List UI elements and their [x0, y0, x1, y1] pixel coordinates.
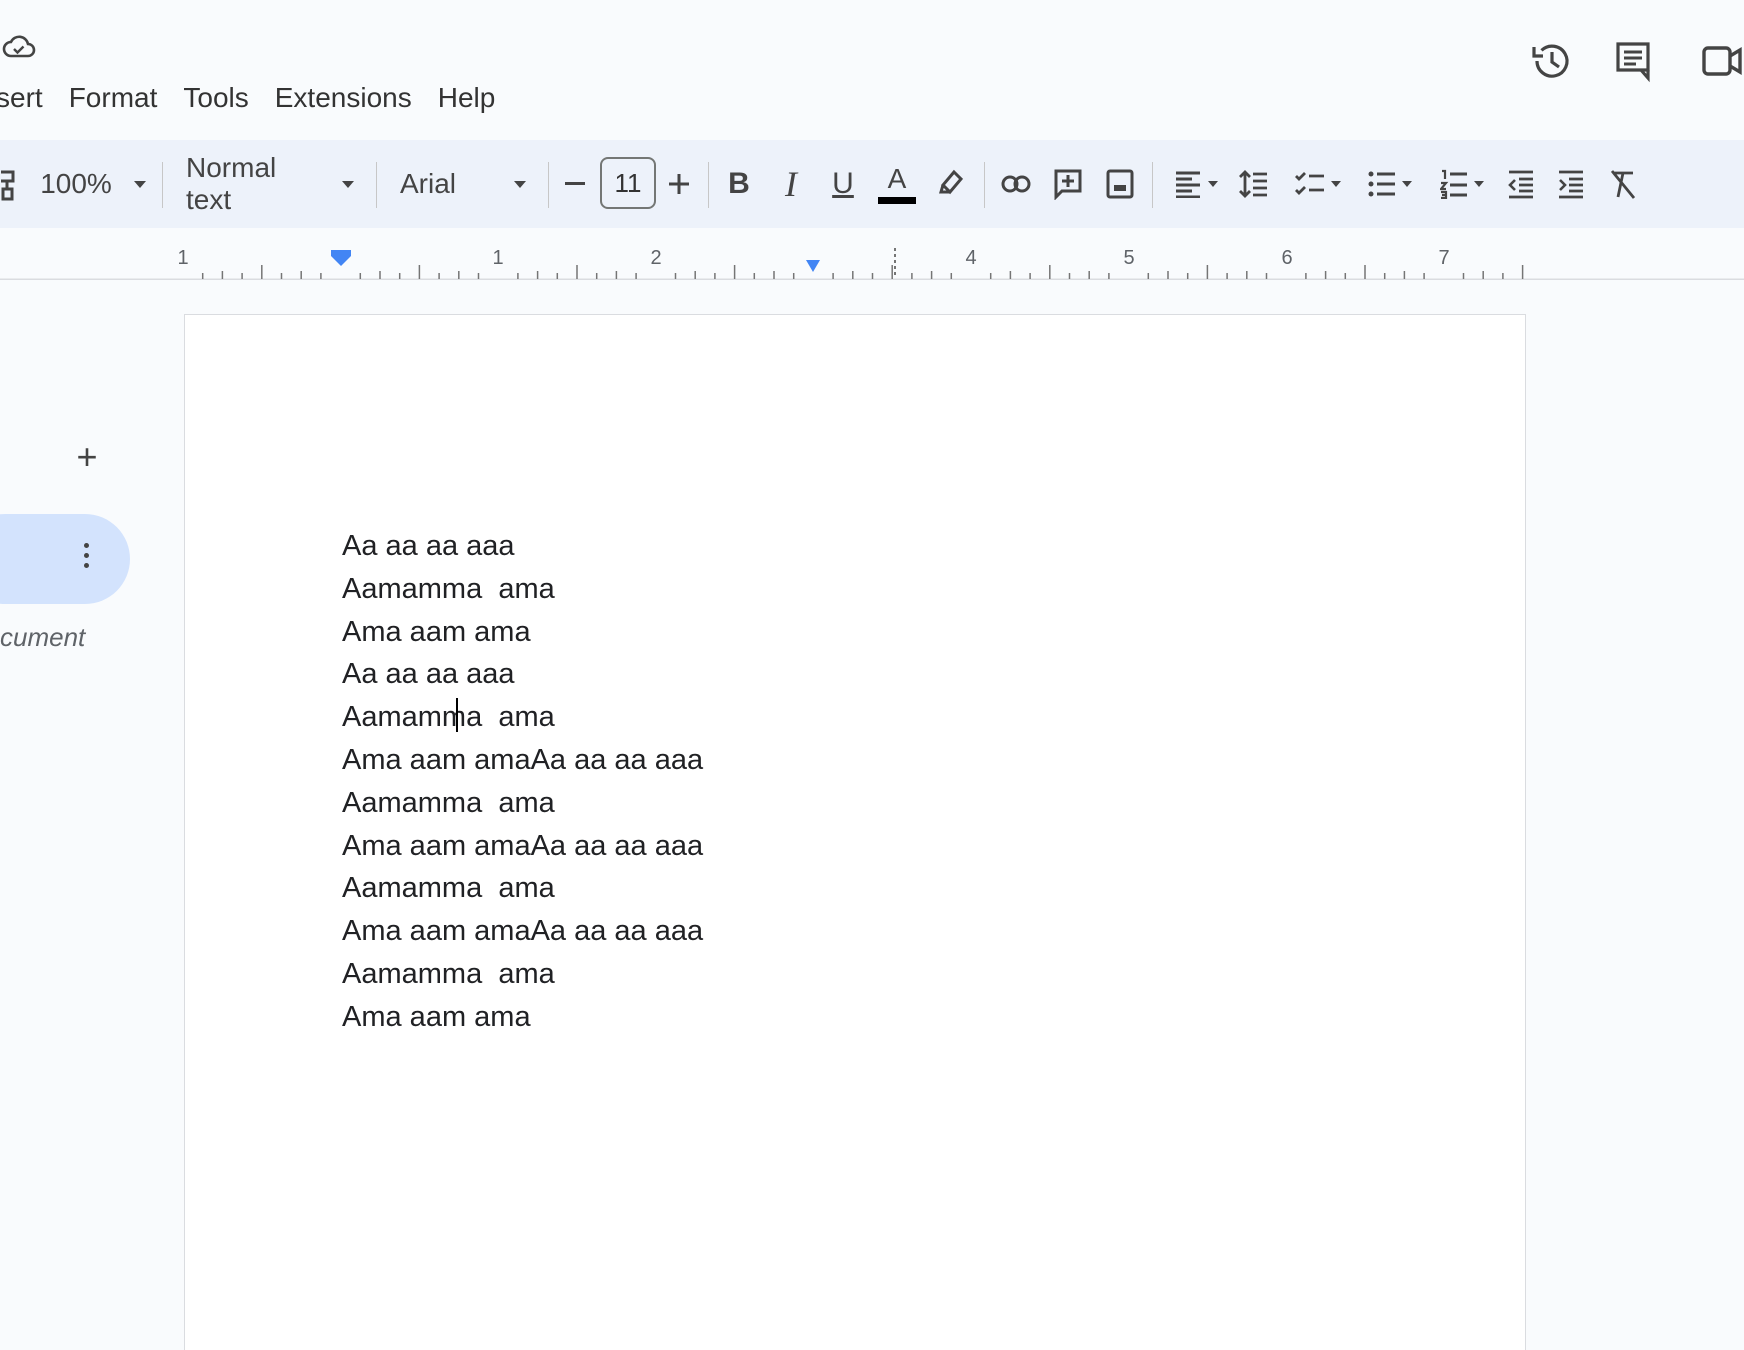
text-line[interactable]: Ama aam ama: [342, 611, 703, 654]
comments-icon[interactable]: [1610, 38, 1656, 84]
link-icon: [1001, 175, 1031, 193]
style-select[interactable]: Normal text: [186, 140, 354, 228]
meet-icon[interactable]: [1698, 38, 1744, 84]
divider: [162, 162, 163, 208]
checklist-button[interactable]: [1290, 140, 1346, 228]
menu-help[interactable]: Help: [426, 78, 510, 118]
text-line[interactable]: Aamamma ama: [342, 782, 703, 825]
divider: [984, 162, 985, 208]
line-spacing-button[interactable]: [1238, 140, 1270, 228]
text-line[interactable]: Ama aam amaAa aa aa aaa: [342, 910, 703, 953]
highlight-icon: [939, 169, 964, 195]
underline-button[interactable]: U: [828, 140, 858, 228]
ruler-label: 5: [1123, 247, 1134, 269]
right-tab-marker[interactable]: [806, 260, 820, 272]
text-line[interactable]: Aamamma ama: [342, 568, 703, 611]
menu-format[interactable]: Format: [57, 78, 172, 118]
left-indent-marker[interactable]: [331, 250, 351, 266]
text-line-with-cursor[interactable]: Aamamma ama: [342, 696, 703, 739]
text-line[interactable]: Ama aam ama: [342, 996, 703, 1039]
bulleted-list-button[interactable]: [1362, 140, 1418, 228]
menu-insert[interactable]: sert: [0, 78, 57, 118]
text-line[interactable]: Aa aa aa aaa: [342, 525, 703, 568]
menu-extensions[interactable]: Extensions: [263, 78, 426, 118]
align-button[interactable]: [1170, 140, 1222, 228]
ruler-scale: 1 1 2 4 5 6 7: [0, 247, 1744, 280]
numbered-list-icon: [1440, 169, 1467, 199]
chevron-down-icon: [133, 180, 146, 188]
align-left-icon: [1176, 171, 1200, 198]
cloud-save-icon[interactable]: [2, 30, 36, 64]
text-line[interactable]: Aamamma ama: [342, 867, 703, 910]
ruler-label: 2: [650, 247, 661, 269]
more-options-icon[interactable]: [74, 538, 98, 578]
font-size-input[interactable]: 11: [600, 157, 656, 209]
menu-bar: sert Format Tools Extensions Help: [0, 78, 509, 118]
increase-font-size-button[interactable]: [668, 140, 690, 228]
clear-formatting-button[interactable]: [1608, 140, 1638, 228]
ruler-label: 1: [492, 247, 503, 269]
paint-format-icon: [1, 170, 15, 201]
numbered-list-button[interactable]: [1434, 140, 1490, 228]
clear-formatting-icon: [1610, 170, 1636, 199]
text-line[interactable]: Ama aam amaAa aa aa aaa: [342, 739, 703, 782]
history-icon[interactable]: [1528, 38, 1574, 84]
chevron-down-icon: [342, 180, 354, 188]
text-line[interactable]: Aa aa aa aaa: [342, 653, 703, 696]
chevron-down-icon: [1402, 181, 1412, 187]
style-value: Normal text: [186, 152, 277, 215]
ruler-label: 7: [1438, 247, 1449, 269]
decrease-font-size-button[interactable]: [564, 140, 586, 228]
increase-indent-button[interactable]: [1556, 140, 1586, 228]
chevron-down-icon: [1474, 181, 1484, 187]
insert-link-button[interactable]: [1000, 140, 1032, 228]
outline-label: cument: [0, 622, 86, 652]
ruler-label: 1: [177, 247, 188, 269]
divider: [548, 162, 549, 208]
checklist-icon: [1295, 172, 1324, 195]
document-tab[interactable]: [0, 514, 130, 604]
ruler-label: 6: [1281, 247, 1292, 269]
insert-image-icon: [1106, 169, 1134, 199]
zoom-value: 100%: [40, 168, 112, 199]
divider: [708, 162, 709, 208]
bold-button[interactable]: B: [724, 140, 754, 228]
ruler-label: 4: [965, 247, 976, 269]
text-after-cursor: a ama: [466, 701, 555, 734]
menu-tools[interactable]: Tools: [171, 78, 262, 118]
divider: [1152, 162, 1153, 208]
text-color-button[interactable]: A: [878, 140, 916, 228]
zoom-select[interactable]: 100%: [40, 140, 146, 228]
toolbar: 100% Normal text Arial B I U A: [0, 140, 1744, 228]
plus-icon: [669, 174, 689, 194]
chevron-down-icon: [1331, 181, 1341, 187]
text-color-swatch: [878, 196, 916, 204]
minus-icon: [565, 182, 585, 185]
chevron-down-icon: [514, 180, 527, 188]
add-comment-icon: [1054, 169, 1082, 200]
insert-image-button[interactable]: [1104, 140, 1136, 228]
line-spacing-icon: [1239, 170, 1267, 198]
text-line[interactable]: Aamamma ama: [342, 953, 703, 996]
decrease-indent-button[interactable]: [1506, 140, 1536, 228]
text-line[interactable]: Ama aam amaAa aa aa aaa: [342, 825, 703, 868]
increase-indent-icon: [1559, 170, 1583, 199]
paint-format-button[interactable]: [0, 140, 20, 228]
italic-button[interactable]: I: [776, 140, 806, 228]
ruler: 1 1 2 4 5 6 7: [0, 240, 1744, 280]
decrease-indent-icon: [1508, 170, 1533, 199]
bulleted-list-icon: [1368, 171, 1395, 197]
font-select[interactable]: Arial: [400, 140, 527, 228]
header: sert Format Tools Extensions Help: [0, 0, 1744, 138]
text-cursor: [456, 698, 459, 733]
document-body[interactable]: Aa aa aa aaa Aamamma ama Ama aam ama Aa …: [342, 525, 703, 1039]
font-value: Arial: [400, 168, 457, 199]
text-color-label: A: [887, 162, 907, 194]
text-before-cursor: Aamamm: [342, 701, 467, 734]
add-comment-button[interactable]: [1052, 140, 1084, 228]
add-tab-button[interactable]: +: [70, 439, 104, 475]
chevron-down-icon: [1208, 181, 1218, 187]
highlight-button[interactable]: [936, 140, 966, 228]
divider: [376, 162, 377, 208]
